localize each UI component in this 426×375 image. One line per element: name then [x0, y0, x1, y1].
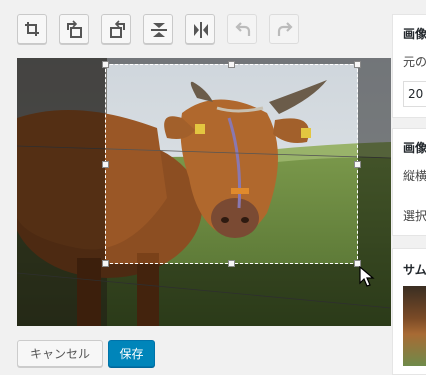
selection-label: 選択 [403, 209, 426, 223]
crop-selection[interactable] [102, 61, 361, 267]
original-size-label: 元の [403, 55, 426, 69]
crop-icon [25, 22, 39, 36]
flip-horizontal-icon [194, 22, 208, 38]
crop-handle-s[interactable] [228, 260, 235, 267]
thumbnail-preview [403, 286, 426, 366]
dim-left [17, 64, 105, 264]
crop-handle-nw[interactable] [102, 61, 109, 68]
crop-button[interactable] [17, 14, 47, 44]
undo-icon [235, 22, 251, 36]
thumbnail-panel: サム [392, 248, 426, 375]
flip-horizontal-button[interactable] [185, 14, 215, 44]
flip-vertical-button[interactable] [143, 14, 173, 44]
rotate-left-button[interactable] [59, 14, 89, 44]
undo-button[interactable] [227, 14, 257, 44]
crop-handle-ne[interactable] [354, 61, 361, 68]
dim-right [358, 64, 391, 264]
rotate-right-button[interactable] [101, 14, 131, 44]
flip-vertical-icon [151, 23, 167, 37]
crop-handle-e[interactable] [354, 161, 361, 168]
rotate-left-icon [67, 20, 82, 38]
scale-image-title: 画像 [403, 27, 426, 41]
dim-bottom [17, 264, 391, 326]
redo-icon [277, 22, 293, 36]
rotate-right-icon [110, 20, 125, 38]
crop-handle-w[interactable] [102, 161, 109, 168]
redo-button[interactable] [269, 14, 299, 44]
scale-image-panel: 画像 元の 20 [392, 14, 426, 118]
cancel-button[interactable]: キャンセル [17, 340, 103, 367]
thumbnail-title: サム [403, 263, 426, 277]
crop-image-panel: 画像 縦横 選択 [392, 128, 426, 236]
crop-handle-sw[interactable] [102, 260, 109, 267]
image-editor-canvas[interactable] [17, 58, 391, 326]
aspect-ratio-label: 縦横 [403, 169, 426, 183]
scale-width-input[interactable]: 20 [403, 81, 426, 107]
crop-handle-n[interactable] [228, 61, 235, 68]
mouse-cursor-icon [359, 266, 375, 287]
save-button[interactable]: 保存 [108, 340, 155, 367]
crop-image-title: 画像 [403, 141, 426, 155]
